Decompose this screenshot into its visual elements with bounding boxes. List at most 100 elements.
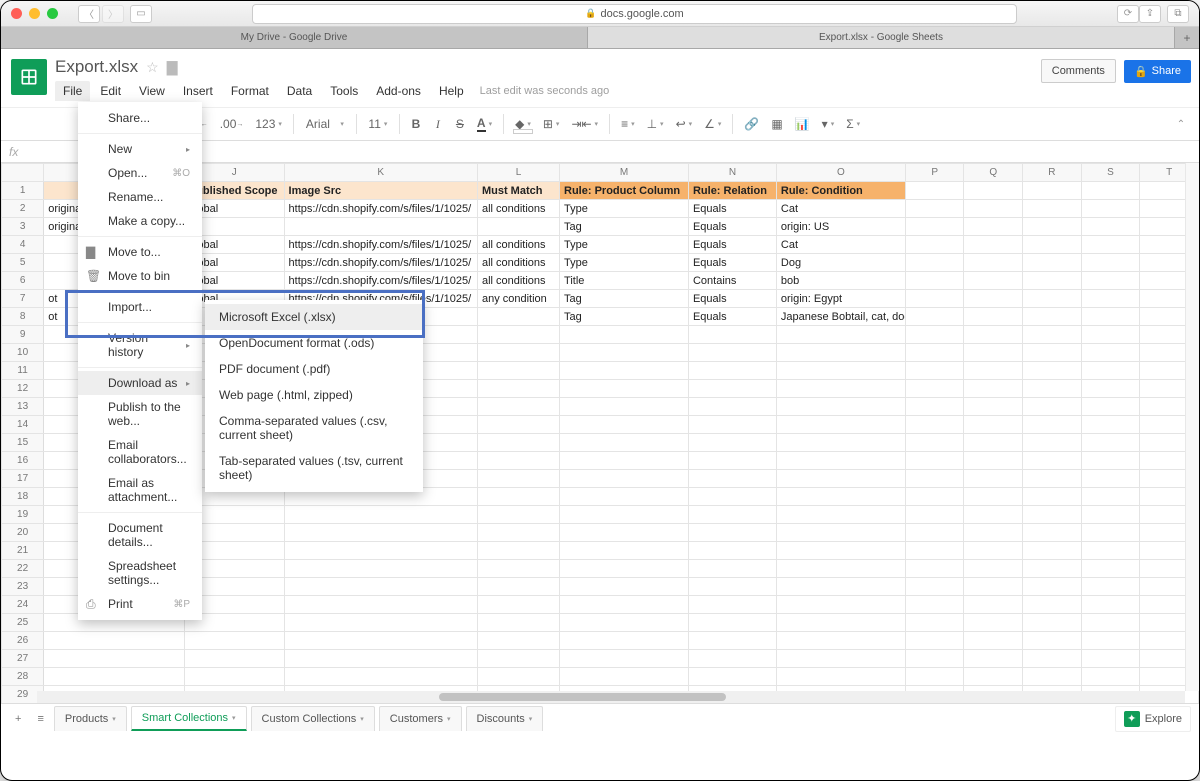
collapse-toolbar-button[interactable]: ⌃ xyxy=(1171,115,1191,134)
menu-email-collaborators[interactable]: Email collaborators... xyxy=(78,433,202,471)
menu-move-to[interactable]: ▇Move to... xyxy=(78,240,202,264)
menu-document-details[interactable]: Document details... xyxy=(78,516,202,554)
menu-view[interactable]: View xyxy=(131,81,173,101)
add-sheet-button[interactable]: + xyxy=(9,709,27,729)
menu-insert[interactable]: Insert xyxy=(175,81,221,101)
sheets-header: Export.xlsx ☆ ▇ File Edit View Insert Fo… xyxy=(1,49,1199,107)
number-format-button[interactable]: 123▾ xyxy=(250,113,287,135)
menu-bar: File Edit View Insert Format Data Tools … xyxy=(55,79,1041,107)
wrap-button[interactable]: ↩▾ xyxy=(671,113,698,135)
fx-icon: fx xyxy=(9,145,33,159)
window-maximize-button[interactable] xyxy=(47,8,58,19)
menu-print[interactable]: ⎙Print⌘P xyxy=(78,592,202,616)
fill-color-button[interactable]: ◆▾ xyxy=(510,113,536,135)
text-color-button[interactable]: A▾ xyxy=(472,112,497,136)
menu-share[interactable]: Share... xyxy=(78,106,202,130)
strikethrough-button[interactable]: S xyxy=(450,113,470,135)
document-title[interactable]: Export.xlsx xyxy=(55,57,138,77)
browser-tab-strip: My Drive - Google Drive Export.xlsx - Go… xyxy=(1,27,1199,49)
comment-button[interactable]: ▦ xyxy=(766,113,787,135)
new-tab-button[interactable]: + xyxy=(1175,27,1199,48)
sheet-tab-products[interactable]: Products▾ xyxy=(54,706,127,731)
download-pdf[interactable]: PDF document (.pdf) xyxy=(205,356,423,382)
menu-import[interactable]: Import... xyxy=(78,295,202,319)
download-tsv[interactable]: Tab-separated values (.tsv, current shee… xyxy=(205,448,423,488)
download-html[interactable]: Web page (.html, zipped) xyxy=(205,382,423,408)
back-button[interactable]: 〈 xyxy=(78,5,100,23)
table-row[interactable]: 26 xyxy=(2,632,1199,650)
bold-button[interactable]: B xyxy=(406,113,426,135)
menu-spreadsheet-settings[interactable]: Spreadsheet settings... xyxy=(78,554,202,592)
print-icon: ⎙ xyxy=(86,597,96,612)
sheet-tab-smart-collections[interactable]: Smart Collections▾ xyxy=(131,706,247,731)
font-family-select[interactable]: Arial▾ xyxy=(300,117,350,131)
menu-rename[interactable]: Rename... xyxy=(78,185,202,209)
halign-button[interactable]: ≡▾ xyxy=(616,113,640,135)
table-row[interactable]: 28 xyxy=(2,668,1199,686)
menu-version-history[interactable]: Version history▸ xyxy=(78,326,202,364)
star-icon[interactable]: ☆ xyxy=(146,59,159,76)
menu-email-attachment[interactable]: Email as attachment... xyxy=(78,471,202,509)
menu-open[interactable]: Open...⌘O xyxy=(78,161,202,185)
download-as-submenu: Microsoft Excel (.xlsx) OpenDocument for… xyxy=(205,300,423,492)
menu-format[interactable]: Format xyxy=(223,81,277,101)
tabs-button[interactable]: ⧉ xyxy=(1167,5,1189,23)
explore-button[interactable]: ✦ Explore xyxy=(1115,706,1191,732)
browser-tab-sheets[interactable]: Export.xlsx - Google Sheets xyxy=(588,27,1175,48)
chart-button[interactable]: 📊 xyxy=(790,113,815,135)
vertical-scrollbar[interactable] xyxy=(1185,163,1199,691)
sheets-logo-icon[interactable] xyxy=(11,59,47,95)
comments-button[interactable]: Comments xyxy=(1041,59,1116,83)
menu-tools[interactable]: Tools xyxy=(322,81,366,101)
file-menu-dropdown: Share... New▸ Open...⌘O Rename... Make a… xyxy=(78,102,202,620)
filter-button[interactable]: ▾▾ xyxy=(817,113,840,135)
menu-addons[interactable]: Add-ons xyxy=(368,81,429,101)
browser-tab-drive[interactable]: My Drive - Google Drive xyxy=(1,27,588,48)
italic-button[interactable]: I xyxy=(428,113,448,136)
lock-share-icon: 🔒 xyxy=(1134,65,1148,78)
menu-new[interactable]: New▸ xyxy=(78,137,202,161)
download-ods[interactable]: OpenDocument format (.ods) xyxy=(205,330,423,356)
lock-icon: 🔒 xyxy=(585,8,596,19)
menu-download-as[interactable]: Download as▸ xyxy=(78,371,202,395)
address-bar[interactable]: 🔒 docs.google.com xyxy=(252,4,1017,24)
last-edit-text: Last edit was seconds ago xyxy=(480,85,610,97)
reload-button[interactable]: ⟳ xyxy=(1117,5,1139,23)
folder-icon: ▇ xyxy=(86,245,95,259)
download-xlsx[interactable]: Microsoft Excel (.xlsx) xyxy=(205,304,423,330)
sidebar-button[interactable]: ▭ xyxy=(130,5,152,23)
forward-button[interactable]: 〉 xyxy=(102,5,124,23)
menu-file[interactable]: File xyxy=(55,81,90,101)
sheet-tab-discounts[interactable]: Discounts▾ xyxy=(466,706,544,731)
share-button[interactable]: 🔒 Share xyxy=(1124,60,1191,83)
url-text: docs.google.com xyxy=(601,8,684,20)
menu-make-copy[interactable]: Make a copy... xyxy=(78,209,202,233)
link-button[interactable]: 🔗 xyxy=(739,113,764,135)
sheet-tab-customers[interactable]: Customers▾ xyxy=(379,706,462,731)
window-close-button[interactable] xyxy=(11,8,22,19)
horizontal-scrollbar[interactable] xyxy=(37,691,1185,703)
menu-data[interactable]: Data xyxy=(279,81,320,101)
share-browser-button[interactable]: ⇪ xyxy=(1139,5,1161,23)
sheet-tab-custom-collections[interactable]: Custom Collections▾ xyxy=(251,706,375,731)
menu-publish[interactable]: Publish to the web... xyxy=(78,395,202,433)
menu-edit[interactable]: Edit xyxy=(92,81,129,101)
borders-button[interactable]: ⊞▾ xyxy=(538,113,565,135)
increase-decimal-button[interactable]: .00→ xyxy=(215,113,249,135)
all-sheets-button[interactable]: ≡ xyxy=(31,709,49,729)
download-csv[interactable]: Comma-separated values (.csv, current sh… xyxy=(205,408,423,448)
window-minimize-button[interactable] xyxy=(29,8,40,19)
browser-toolbar: 〈 〉 ▭ 🔒 docs.google.com ⟳ ⇪ ⧉ xyxy=(1,1,1199,27)
formula-input[interactable] xyxy=(33,145,1191,159)
rotate-button[interactable]: ∠▾ xyxy=(699,113,726,135)
valign-button[interactable]: ⊥▾ xyxy=(642,113,669,135)
explore-icon: ✦ xyxy=(1124,711,1140,727)
sheet-tabs-bar: + ≡ Products▾Smart Collections▾Custom Co… xyxy=(1,703,1199,733)
menu-move-to-bin[interactable]: 🗑Move to bin xyxy=(78,264,202,288)
functions-button[interactable]: Σ▾ xyxy=(841,113,865,135)
font-size-select[interactable]: 11▾ xyxy=(363,113,393,135)
merge-button[interactable]: ⇥⇤▾ xyxy=(566,113,603,135)
menu-help[interactable]: Help xyxy=(431,81,472,101)
table-row[interactable]: 27 xyxy=(2,650,1199,668)
move-folder-icon[interactable]: ▇ xyxy=(167,59,178,76)
